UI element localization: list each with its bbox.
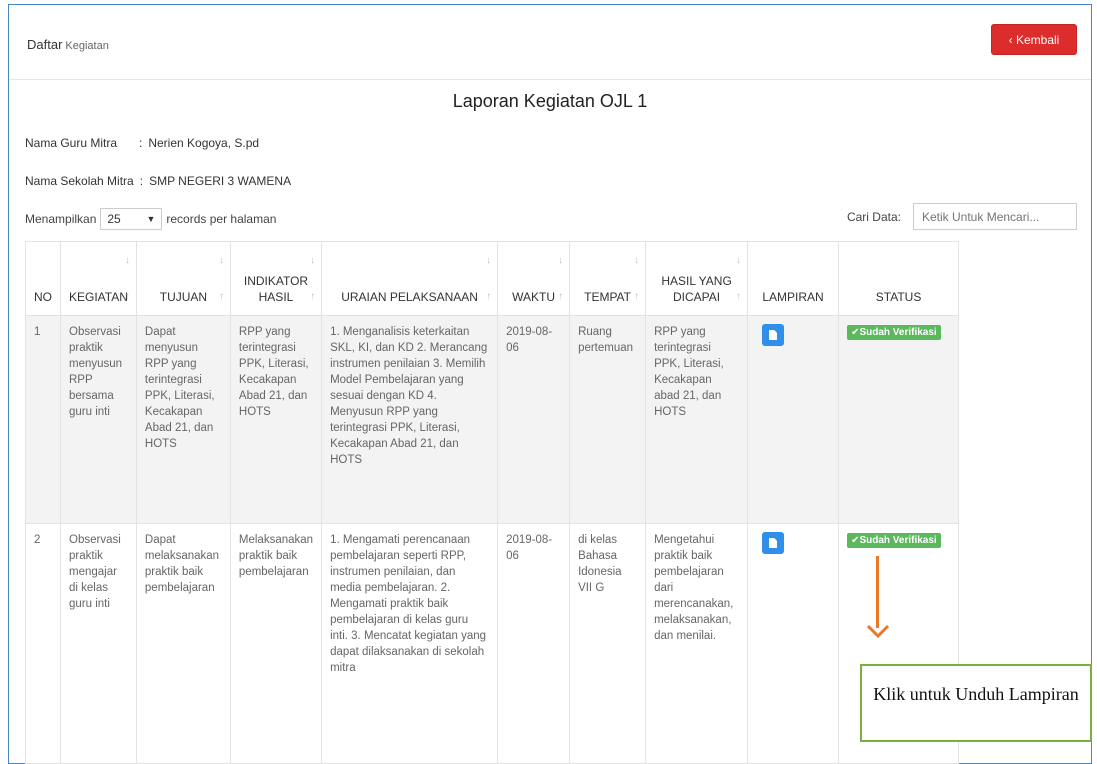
table-row: 1 Observasi praktik menyusun RPP bersama… (25, 315, 960, 524)
guru-mitra-value: Nerien Kogoya, S.pd (148, 136, 260, 150)
document-icon (769, 330, 778, 340)
sort-asc-icon: ↑ (558, 291, 564, 302)
status-badge: ✔Sudah Verifikasi (847, 533, 941, 548)
sort-asc-icon: ↑ (736, 291, 742, 302)
panel-title: Daftar Kegiatan (27, 37, 109, 52)
col-no: NO (25, 241, 61, 316)
annotation-callout: Klik untuk Unduh Lampiran (860, 664, 1092, 742)
col-tujuan[interactable]: TUJUAN ↓ ↑ (135, 241, 231, 316)
annotation-arrow-line (876, 556, 879, 628)
dropdown-arrow-icon: ▼ (146, 214, 156, 224)
cell-status: ✔Sudah Verifikasi (838, 315, 960, 524)
col-hasil-label: HASIL YANG DICAPAI (661, 274, 732, 304)
report-title: Laporan Kegiatan OJL 1 (452, 91, 648, 111)
cell-lampiran (747, 315, 840, 524)
col-hasil[interactable]: HASIL YANG DICAPAI ↓ ↑ (645, 241, 749, 316)
search-input[interactable] (913, 203, 1077, 230)
guru-mitra-row: Nama Guru Mitra: Nerien Kogoya, S.pd (25, 136, 259, 150)
status-badge: ✔Sudah Verifikasi (847, 325, 941, 340)
sort-desc-icon: ↓ (486, 255, 492, 266)
col-no-label: NO (34, 290, 52, 304)
document-icon (769, 538, 778, 548)
back-button[interactable]: ‹ Kembali (991, 24, 1077, 55)
search-label: Cari Data: (846, 209, 901, 224)
sekolah-mitra-row: Nama Sekolah Mitra: SMP NEGERI 3 WAMENA (25, 174, 291, 188)
cell-indikator: Melaksanakan praktik baik pembelajaran (229, 523, 323, 764)
col-status: STATUS (838, 241, 960, 316)
cell-tujuan: Dapat menyusun RPP yang terintegrasi PPK… (135, 315, 231, 524)
cell-hasil: Mengetahui praktik baik pembelajaran dar… (645, 523, 749, 764)
cell-kegiatan: Observasi praktik menyusun RPP bersama g… (60, 315, 137, 524)
cell-no: 1 (25, 315, 61, 524)
cell-indikator: RPP yang terintegrasi PPK, Literasi, Kec… (229, 315, 323, 524)
sort-asc-icon: ↑ (124, 291, 130, 302)
annotation-arrow-head-icon (866, 624, 890, 638)
col-kegiatan-label: KEGIATAN (69, 290, 128, 304)
sort-desc-icon: ↓ (736, 255, 742, 266)
col-indikator-label: INDIKATOR HASIL (243, 274, 309, 304)
col-tempat[interactable]: TEMPAT ↓ ↑ (569, 241, 647, 316)
cell-no: 2 (25, 523, 61, 764)
cell-tempat: Ruang pertemuan (569, 315, 647, 524)
sort-desc-icon: ↓ (218, 255, 224, 266)
download-attachment-button[interactable] (762, 532, 785, 554)
col-waktu[interactable]: WAKTU ↓ ↑ (497, 241, 571, 316)
page-size-value: 25 (107, 212, 121, 226)
cell-kegiatan: Observasi praktik mengajar di kelas guru… (60, 523, 137, 764)
sort-desc-icon: ↓ (124, 255, 130, 266)
sekolah-mitra-label: Nama Sekolah Mitra (25, 174, 134, 188)
col-tujuan-label: TUJUAN (159, 290, 208, 304)
sort-desc-icon: ↓ (310, 255, 316, 266)
col-tempat-label: TEMPAT (584, 290, 631, 304)
cell-waktu: 2019-08-06 (497, 315, 571, 524)
cell-tempat: di kelas Bahasa Idonesia VII G (569, 523, 647, 764)
table-header-row: NO KEGIATAN ↓ ↑ TUJUAN ↓ ↑ INDIKATOR HASIL ↓ ↑… (25, 241, 960, 316)
panel-title-main: Daftar (27, 37, 63, 52)
sekolah-mitra-separator: : (139, 174, 144, 188)
panel-header: Daftar Kegiatan ‹ Kembali (9, 5, 1091, 80)
sekolah-mitra-value: SMP NEGERI 3 WAMENA (149, 174, 292, 188)
col-lampiran-label: LAMPIRAN (762, 290, 824, 304)
main-panel: Daftar Kegiatan ‹ Kembali Laporan Kegiata… (8, 4, 1092, 764)
page-size-select[interactable]: 25 ▼ (100, 208, 163, 230)
cell-tujuan: Dapat melaksanakan praktik baik pembelaj… (135, 523, 231, 764)
table-row: 2 Observasi praktik mengajar di kelas gu… (25, 523, 960, 764)
col-indikator[interactable]: INDIKATOR HASIL ↓ ↑ (229, 241, 323, 316)
download-attachment-button[interactable] (762, 324, 785, 346)
show-label: Menampilkan (25, 212, 97, 226)
search-control: Cari Data: (847, 203, 1077, 230)
sort-desc-icon: ↓ (558, 255, 564, 266)
sort-asc-icon: ↑ (310, 291, 316, 302)
records-label: records per halaman (166, 212, 277, 226)
col-waktu-label: WAKTU (512, 290, 555, 304)
sort-asc-icon: ↑ (486, 291, 492, 302)
cell-uraian: 1. Mengamati perencanaan pembelajaran se… (321, 523, 499, 764)
sort-asc-icon: ↑ (634, 291, 640, 302)
guru-mitra-separator: : (139, 136, 143, 150)
page-size-control: Menampilkan 25 ▼ records per halaman (25, 208, 276, 230)
cell-hasil: RPP yang terintegrasi PPK, Literasi, Kec… (645, 315, 749, 524)
activity-table: NO KEGIATAN ↓ ↑ TUJUAN ↓ ↑ INDIKATOR HASIL ↓ ↑… (25, 241, 960, 764)
sort-asc-icon: ↑ (218, 291, 224, 302)
col-kegiatan[interactable]: KEGIATAN ↓ ↑ (60, 241, 137, 316)
guru-mitra-label: Nama Guru Mitra (25, 136, 118, 150)
col-uraian-label: URAIAN PELAKSANAAN (341, 290, 478, 304)
panel-title-sub: Kegiatan (65, 40, 109, 52)
col-uraian[interactable]: URAIAN PELAKSANAAN ↓ ↑ (321, 241, 499, 316)
cell-lampiran (747, 523, 840, 764)
sort-desc-icon: ↓ (634, 255, 640, 266)
col-status-label: STATUS (875, 290, 922, 304)
cell-uraian: 1. Menganalisis keterkaitan SKL, KI, dan… (321, 315, 499, 524)
cell-waktu: 2019-08-06 (497, 523, 571, 764)
col-lampiran: LAMPIRAN (747, 241, 840, 316)
